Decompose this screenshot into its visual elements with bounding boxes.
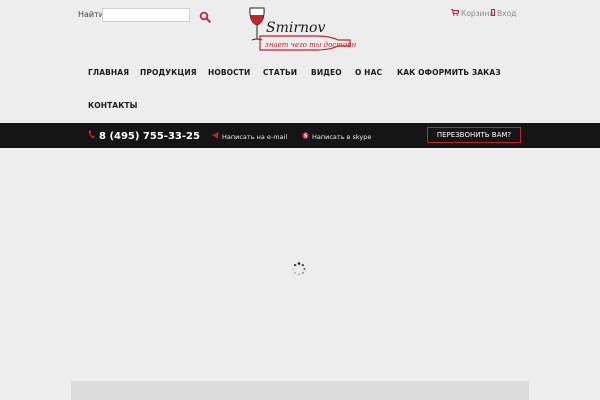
skype-link[interactable]: S Написать в skype [302, 132, 371, 141]
loading-spinner-icon [291, 261, 307, 277]
search-input[interactable] [102, 8, 190, 22]
nav-item-products[interactable]: ПРОДУКЦИЯ [140, 68, 197, 77]
skype-link-label: Написать в skype [312, 132, 372, 141]
login-link[interactable]: Вход [491, 9, 516, 18]
phone-icon [88, 130, 95, 142]
skype-icon: S [302, 132, 309, 141]
nav-item-home[interactable]: ГЛАВНАЯ [88, 68, 129, 77]
nav-item-news[interactable]: НОВОСТИ [208, 68, 250, 77]
search-icon[interactable] [199, 8, 211, 23]
phone-number[interactable]: 8 (495) 755-33-25 [88, 130, 200, 142]
cart-link[interactable]: Корзина [451, 8, 495, 18]
nav-item-articles[interactable]: СТАТЬИ [263, 68, 297, 77]
nav-item-about[interactable]: О НАС [355, 68, 382, 77]
email-link[interactable]: Написать на e-mail [212, 132, 287, 141]
cart-label: Корзина [461, 9, 495, 18]
email-link-label: Написать на e-mail [222, 132, 288, 141]
nav-item-how-to-order[interactable]: КАК ОФОРМИТЬ ЗАКАЗ [397, 68, 501, 77]
cart-icon [451, 8, 460, 18]
callback-button[interactable]: ПЕРЕЗВОНИТЬ ВАМ? [427, 127, 521, 143]
svg-text:S: S [304, 133, 308, 139]
content-panel [71, 381, 529, 400]
send-icon [212, 132, 219, 141]
phone-text: 8 (495) 755-33-25 [99, 130, 200, 142]
login-label: Вход [497, 9, 517, 18]
logo-tagline: знает чего ты достоин [265, 41, 357, 49]
nav-item-contacts[interactable]: КОНТАКТЫ [88, 101, 138, 110]
login-icon [491, 9, 495, 18]
site-logo[interactable]: Smirnov знает чего ты достоин [246, 6, 358, 56]
contact-bar: 8 (495) 755-33-25 Написать на e-mail S Н… [0, 123, 600, 148]
logo-text: Smirnov [266, 20, 325, 36]
nav-item-video[interactable]: ВИДЕО [311, 68, 342, 77]
